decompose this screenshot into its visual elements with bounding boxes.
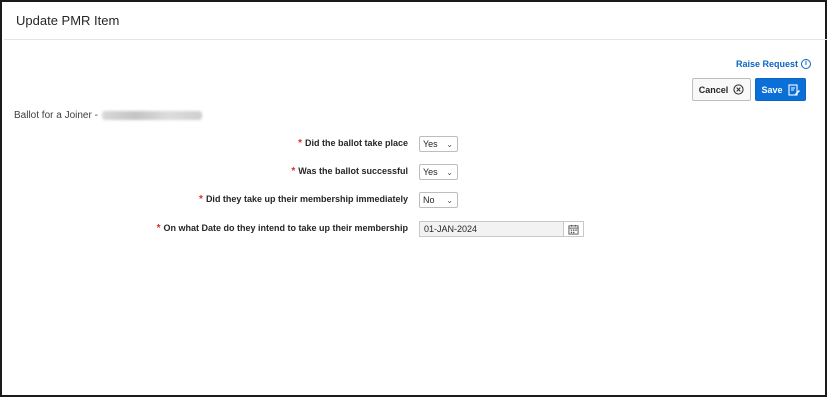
dialog-title: Update PMR Item bbox=[16, 13, 120, 28]
calendar-icon bbox=[568, 224, 579, 235]
field-row-membership-immediately: * Did they take up their membership immed… bbox=[0, 192, 827, 208]
redacted-name bbox=[101, 111, 202, 120]
required-marker: * bbox=[298, 138, 302, 149]
section-title: Ballot for a Joiner - bbox=[14, 110, 202, 121]
raise-request-link[interactable]: Raise Request i bbox=[736, 59, 811, 69]
field-row-ballot-took-place: * Did the ballot take place Yes ⌄ bbox=[0, 136, 827, 152]
dialog-header: Update PMR Item bbox=[4, 4, 827, 40]
field-row-membership-date: * On what Date do they intend to take up … bbox=[0, 221, 827, 237]
ballot-took-place-select[interactable]: Yes ⌄ bbox=[419, 136, 458, 152]
chevron-down-icon: ⌄ bbox=[446, 168, 453, 177]
info-icon: i bbox=[801, 59, 811, 69]
required-marker: * bbox=[156, 223, 161, 234]
chevron-down-icon: ⌄ bbox=[446, 196, 453, 205]
save-button-label: Save bbox=[761, 84, 783, 95]
field-label: * On what Date do they intend to take up … bbox=[156, 223, 408, 234]
select-value: Yes bbox=[423, 167, 438, 177]
field-row-ballot-successful: * Was the ballot successful Yes ⌄ bbox=[0, 164, 827, 180]
field-label: * Did the ballot take place bbox=[298, 138, 408, 149]
required-marker: * bbox=[199, 194, 203, 205]
required-marker: * bbox=[291, 166, 296, 177]
save-edit-icon bbox=[787, 83, 800, 96]
calendar-button[interactable] bbox=[563, 221, 584, 237]
field-label: * Was the ballot successful bbox=[291, 166, 408, 177]
raise-request-label: Raise Request bbox=[735, 59, 798, 69]
chevron-down-icon: ⌄ bbox=[446, 140, 453, 149]
select-value: Yes bbox=[423, 139, 438, 149]
section-title-text: Ballot for a Joiner - bbox=[14, 110, 98, 121]
cancel-button[interactable]: Cancel bbox=[692, 78, 751, 101]
field-label: * Did they take up their membership immed… bbox=[199, 194, 408, 205]
membership-immediately-select[interactable]: No ⌄ bbox=[419, 192, 458, 208]
save-button[interactable]: Save bbox=[755, 78, 806, 101]
ballot-successful-select[interactable]: Yes ⌄ bbox=[419, 164, 458, 180]
close-circle-icon bbox=[733, 84, 744, 95]
cancel-button-label: Cancel bbox=[698, 84, 729, 95]
membership-date-input[interactable]: 01-JAN-2024 bbox=[419, 221, 564, 237]
select-value: No bbox=[423, 195, 435, 205]
